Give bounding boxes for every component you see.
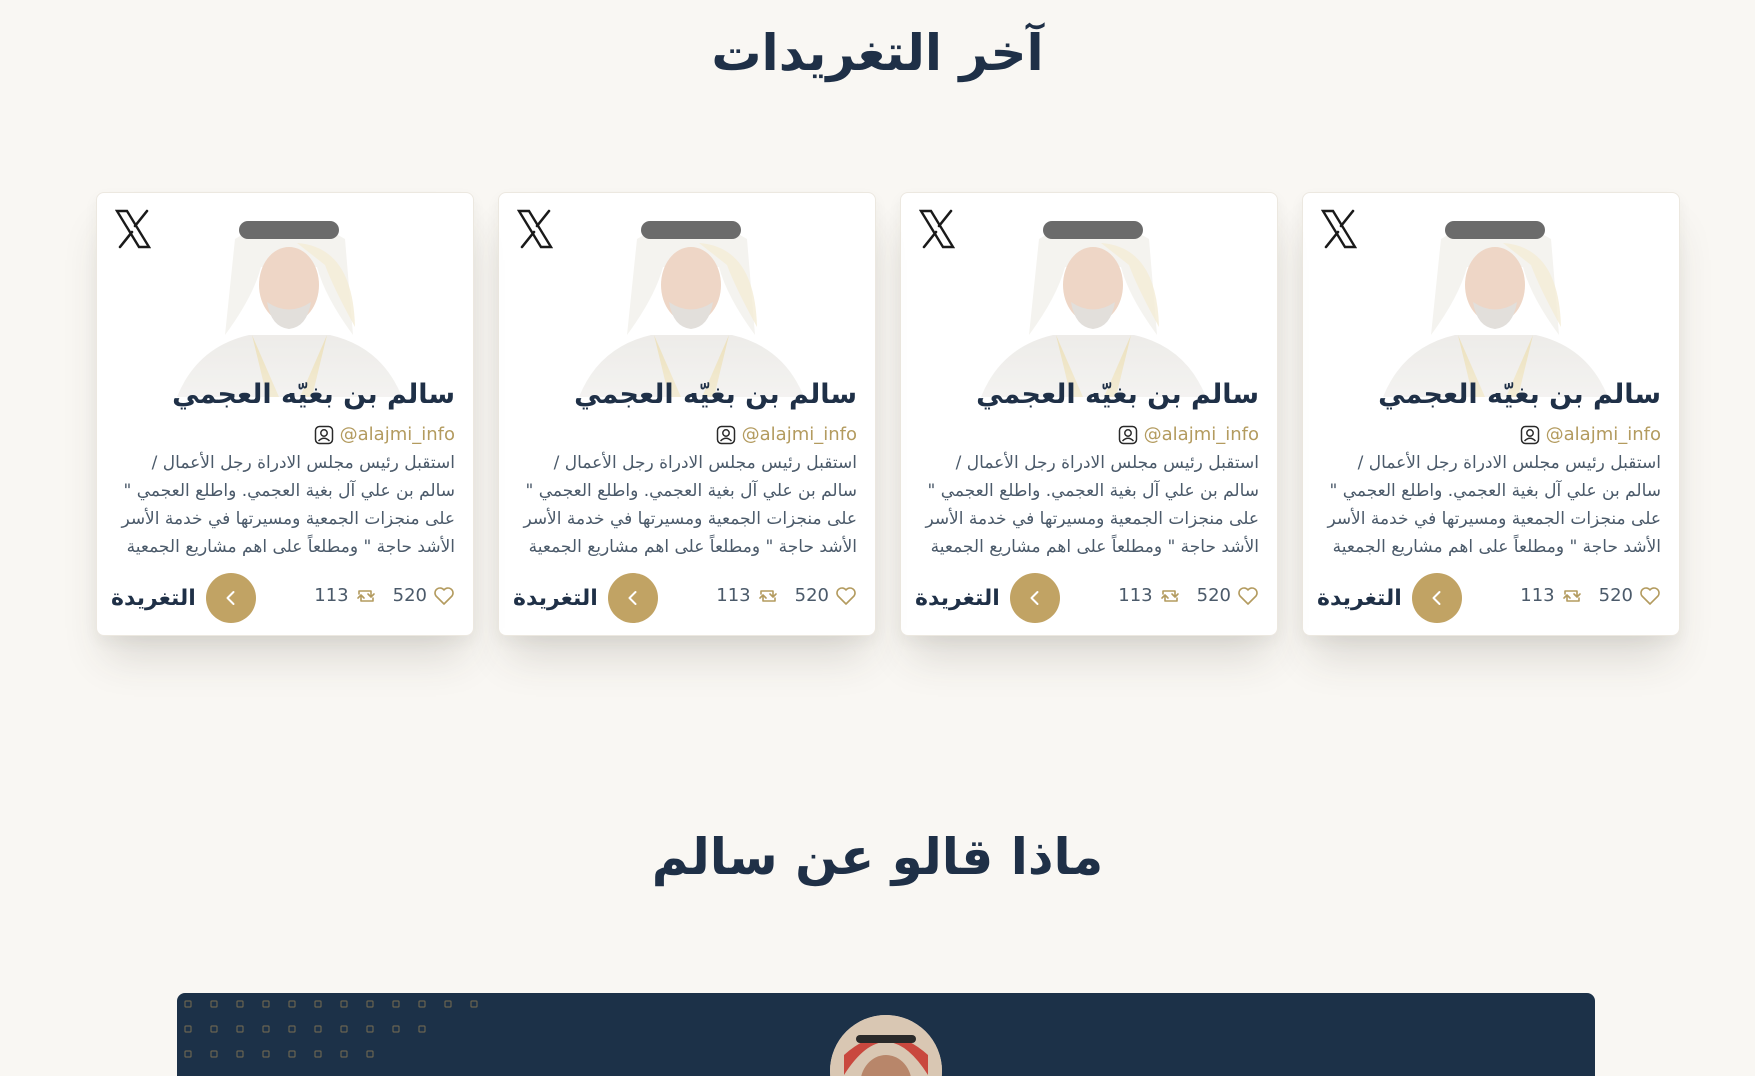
tweet-footer: 520 113 التغريدة xyxy=(513,573,857,623)
author-portrait xyxy=(559,207,824,397)
open-tweet-link[interactable]: التغريدة xyxy=(513,573,658,623)
retweet-icon xyxy=(1160,589,1179,602)
user-icon xyxy=(1118,425,1138,445)
open-tweet-button[interactable] xyxy=(205,573,256,623)
tweet-stats: 520 113 xyxy=(314,585,455,606)
x-logo-icon[interactable] xyxy=(516,209,554,249)
dot-pattern-decoration xyxy=(184,1000,478,1058)
heart-icon xyxy=(434,586,454,605)
handle-text: @alajmi_info xyxy=(741,424,857,445)
author-name: سالم بن بغيّه العجمي xyxy=(574,379,857,410)
open-tweet-label: التغريدة xyxy=(915,585,1000,611)
author-portrait xyxy=(157,207,422,397)
tweet-stats: 520 113 xyxy=(716,585,857,606)
chevron-left-icon xyxy=(226,591,235,605)
testimonial-avatar xyxy=(830,1015,942,1076)
retweet-icon xyxy=(1562,589,1581,602)
retweet-icon xyxy=(758,589,777,602)
open-tweet-button[interactable] xyxy=(607,573,658,623)
chevron-left-icon xyxy=(1030,591,1039,605)
likes-stat[interactable]: 520 xyxy=(795,585,857,606)
user-icon xyxy=(1520,425,1540,445)
retweets-count: 113 xyxy=(314,585,349,606)
tweet-card: سالم بن بغيّه العجمي @alajmi_info استقبل… xyxy=(1302,192,1680,636)
tweet-stats: 520 113 xyxy=(1520,585,1661,606)
tweet-card: سالم بن بغيّه العجمي @alajmi_info استقبل… xyxy=(96,192,474,636)
tweet-card: سالم بن بغيّه العجمي @alajmi_info استقبل… xyxy=(900,192,1278,636)
retweet-icon xyxy=(356,589,375,602)
testimonial-panel xyxy=(177,993,1595,1076)
likes-stat[interactable]: 520 xyxy=(1197,585,1259,606)
author-name: سالم بن بغيّه العجمي xyxy=(172,379,455,410)
open-tweet-link[interactable]: التغريدة xyxy=(1317,573,1462,623)
author-handle[interactable]: @alajmi_info xyxy=(1118,424,1259,445)
retweets-stat[interactable]: 113 xyxy=(314,585,376,606)
chevron-left-icon xyxy=(1432,591,1441,605)
handle-text: @alajmi_info xyxy=(339,424,455,445)
heart-icon xyxy=(1238,586,1258,605)
open-tweet-link[interactable]: التغريدة xyxy=(915,573,1060,623)
retweets-stat[interactable]: 113 xyxy=(1520,585,1582,606)
likes-count: 520 xyxy=(1598,585,1633,606)
user-icon xyxy=(314,425,334,445)
tweet-text: استقبل رئيس مجلس الادراة رجل الأعمال / س… xyxy=(1327,453,1661,557)
author-portrait xyxy=(1363,207,1628,397)
open-tweet-button[interactable] xyxy=(1009,573,1060,623)
tweet-text: استقبل رئيس مجلس الادراة رجل الأعمال / س… xyxy=(523,453,857,557)
author-handle[interactable]: @alajmi_info xyxy=(314,424,455,445)
tweet-stats: 520 113 xyxy=(1118,585,1259,606)
author-portrait xyxy=(961,207,1226,397)
likes-count: 520 xyxy=(392,585,427,606)
author-name: سالم بن بغيّه العجمي xyxy=(1378,379,1661,410)
heart-icon xyxy=(1640,586,1660,605)
likes-stat[interactable]: 520 xyxy=(393,585,455,606)
likes-count: 520 xyxy=(794,585,829,606)
x-logo-icon[interactable] xyxy=(1320,209,1358,249)
handle-text: @alajmi_info xyxy=(1545,424,1661,445)
tweet-text: استقبل رئيس مجلس الادراة رجل الأعمال / س… xyxy=(925,453,1259,557)
tweet-card: سالم بن بغيّه العجمي @alajmi_info استقبل… xyxy=(498,192,876,636)
likes-stat[interactable]: 520 xyxy=(1599,585,1661,606)
tweet-footer: 520 113 التغريدة xyxy=(915,573,1259,623)
open-tweet-label: التغريدة xyxy=(513,585,598,611)
open-tweet-label: التغريدة xyxy=(1317,585,1402,611)
tweets-list: سالم بن بغيّه العجمي @alajmi_info استقبل… xyxy=(93,192,1680,636)
handle-text: @alajmi_info xyxy=(1143,424,1259,445)
open-tweet-link[interactable]: التغريدة xyxy=(111,573,256,623)
tweet-text: استقبل رئيس مجلس الادراة رجل الأعمال / س… xyxy=(121,453,455,557)
retweets-stat[interactable]: 113 xyxy=(716,585,778,606)
retweets-count: 113 xyxy=(1520,585,1555,606)
x-logo-icon[interactable] xyxy=(114,209,152,249)
author-handle[interactable]: @alajmi_info xyxy=(1520,424,1661,445)
tweet-footer: 520 113 التغريدة xyxy=(1317,573,1661,623)
testimonials-title: ماذا قالو عن سالم xyxy=(651,828,1104,886)
likes-count: 520 xyxy=(1196,585,1231,606)
heart-icon xyxy=(836,586,856,605)
page: آخر التغريدات سالم بن بغيّه العجمي @alaj… xyxy=(0,0,1755,1076)
tweet-footer: 520 113 التغريدة xyxy=(111,573,455,623)
x-logo-icon[interactable] xyxy=(918,209,956,249)
chevron-left-icon xyxy=(628,591,637,605)
open-tweet-button[interactable] xyxy=(1411,573,1462,623)
author-name: سالم بن بغيّه العجمي xyxy=(976,379,1259,410)
retweets-count: 113 xyxy=(1118,585,1153,606)
latest-tweets-title: آخر التغريدات xyxy=(711,24,1044,82)
retweets-count: 113 xyxy=(716,585,751,606)
author-handle[interactable]: @alajmi_info xyxy=(716,424,857,445)
user-icon xyxy=(716,425,736,445)
retweets-stat[interactable]: 113 xyxy=(1118,585,1180,606)
open-tweet-label: التغريدة xyxy=(111,585,196,611)
